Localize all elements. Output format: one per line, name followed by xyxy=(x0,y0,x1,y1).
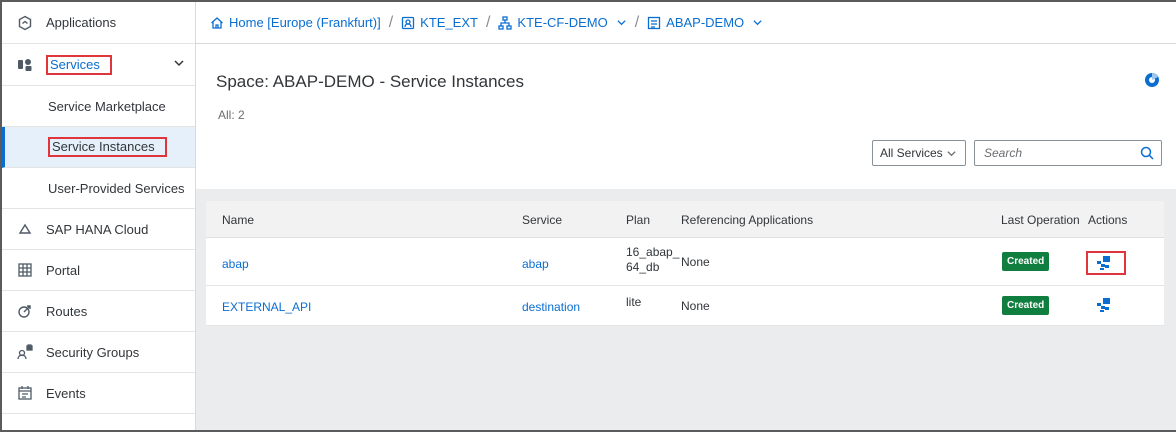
sidebar-item-label: Portal xyxy=(46,262,80,278)
service-instances-table: Name Service Plan Referencing Applicatio… xyxy=(206,201,1164,326)
search-field xyxy=(974,140,1162,166)
sidebar-item-label: Routes xyxy=(46,303,88,319)
chevron-down-icon[interactable] xyxy=(616,17,627,28)
applications-icon xyxy=(16,14,34,32)
service-filter-value: All Services xyxy=(880,146,943,160)
home-icon xyxy=(210,16,224,30)
status-badge: Created xyxy=(1002,252,1050,271)
page-header: Space: ABAP-DEMO - Service Instances All… xyxy=(196,45,1176,189)
column-header-last-operation[interactable]: Last Operation xyxy=(1001,213,1080,227)
cockpit-window: Applications Services Service Marketplac… xyxy=(0,0,1176,432)
chevron-down-icon xyxy=(946,148,957,159)
sidebar-item-label: Service Instances xyxy=(48,137,167,157)
breadcrumb-separator: / xyxy=(634,13,640,31)
sidebar-item-portal[interactable]: Portal xyxy=(2,250,195,291)
column-header-actions: Actions xyxy=(1088,213,1128,227)
breadcrumb-separator: / xyxy=(485,13,491,31)
breadcrumb-home[interactable]: Home [Europe (Frankfurt)] xyxy=(210,15,381,30)
sidebar-item-services[interactable]: Services xyxy=(2,44,195,86)
referencing-applications-cell: None xyxy=(681,299,710,313)
breadcrumb: Home [Europe (Frankfurt)] / KTE_EXT / KT… xyxy=(196,2,1176,44)
instance-name-link[interactable]: EXTERNAL_API xyxy=(222,300,311,314)
sidebar-item-label: Service Marketplace xyxy=(48,98,166,114)
sidebar-item-label: Events xyxy=(46,385,86,401)
events-icon xyxy=(16,384,34,402)
table-row[interactable]: abap abap 16_abap_ 64_db None Created xyxy=(206,238,1164,286)
sidebar: Applications Services Service Marketplac… xyxy=(2,2,196,430)
sidebar-item-security-groups[interactable]: Security Groups xyxy=(2,332,195,373)
chevron-down-icon[interactable] xyxy=(173,57,185,72)
column-header-name[interactable]: Name xyxy=(222,213,254,227)
plan-cell: 16_abap_ 64_db xyxy=(626,245,680,274)
services-icon xyxy=(16,56,34,74)
content-area: Name Service Plan Referencing Applicatio… xyxy=(196,189,1176,430)
column-header-referencing-applications[interactable]: Referencing Applications xyxy=(681,213,813,227)
instance-name-link[interactable]: abap xyxy=(222,257,249,271)
sidebar-item-applications[interactable]: Applications xyxy=(2,2,195,44)
search-icon[interactable] xyxy=(1140,146,1154,160)
table-row[interactable]: EXTERNAL_API destination lite None Creat… xyxy=(206,286,1164,326)
cloud-icon xyxy=(16,220,34,238)
org-icon xyxy=(498,15,513,30)
routes-icon xyxy=(16,302,34,320)
breadcrumb-org[interactable]: KTE-CF-DEMO xyxy=(498,15,626,30)
chevron-down-icon[interactable] xyxy=(752,17,763,28)
status-badge: Created xyxy=(1002,296,1050,315)
service-link[interactable]: abap xyxy=(522,257,549,271)
sidebar-item-user-provided-services[interactable]: User-Provided Services xyxy=(2,168,195,209)
sidebar-item-label: Services xyxy=(46,54,112,75)
referencing-applications-cell: None xyxy=(681,255,710,269)
service-link[interactable]: destination xyxy=(522,300,580,314)
sidebar-item-label: Applications xyxy=(46,15,117,30)
plan-cell: lite xyxy=(626,295,642,309)
subaccount-icon xyxy=(401,16,415,30)
page-title: Space: ABAP-DEMO - Service Instances xyxy=(216,72,525,91)
sidebar-item-events[interactable]: Events xyxy=(2,373,195,414)
service-keys-icon[interactable] xyxy=(1086,251,1126,275)
breadcrumb-subaccount[interactable]: KTE_EXT xyxy=(401,15,478,30)
sidebar-item-label: User-Provided Services xyxy=(48,180,185,196)
sidebar-item-sap-hana-cloud[interactable]: SAP HANA Cloud xyxy=(2,209,195,250)
service-filter-select[interactable]: All Services xyxy=(872,140,966,166)
service-keys-icon[interactable] xyxy=(1096,297,1112,313)
portal-icon xyxy=(16,261,34,279)
search-input[interactable] xyxy=(975,141,1135,165)
sidebar-item-service-marketplace[interactable]: Service Marketplace xyxy=(2,86,195,127)
breadcrumb-separator: / xyxy=(388,13,394,31)
help-icon[interactable] xyxy=(1144,72,1160,88)
security-groups-icon xyxy=(16,343,34,361)
breadcrumb-space[interactable]: ABAP-DEMO xyxy=(647,15,763,30)
table-header: Name Service Plan Referencing Applicatio… xyxy=(206,201,1164,238)
sidebar-item-routes[interactable]: Routes xyxy=(2,291,195,332)
column-header-plan[interactable]: Plan xyxy=(626,213,650,227)
sidebar-item-label: SAP HANA Cloud xyxy=(46,221,149,237)
column-header-service[interactable]: Service xyxy=(522,213,562,227)
item-count: All: 2 xyxy=(218,108,245,122)
sidebar-item-label: Security Groups xyxy=(46,344,140,360)
sidebar-item-service-instances[interactable]: Service Instances xyxy=(2,127,195,168)
space-icon xyxy=(647,16,661,30)
